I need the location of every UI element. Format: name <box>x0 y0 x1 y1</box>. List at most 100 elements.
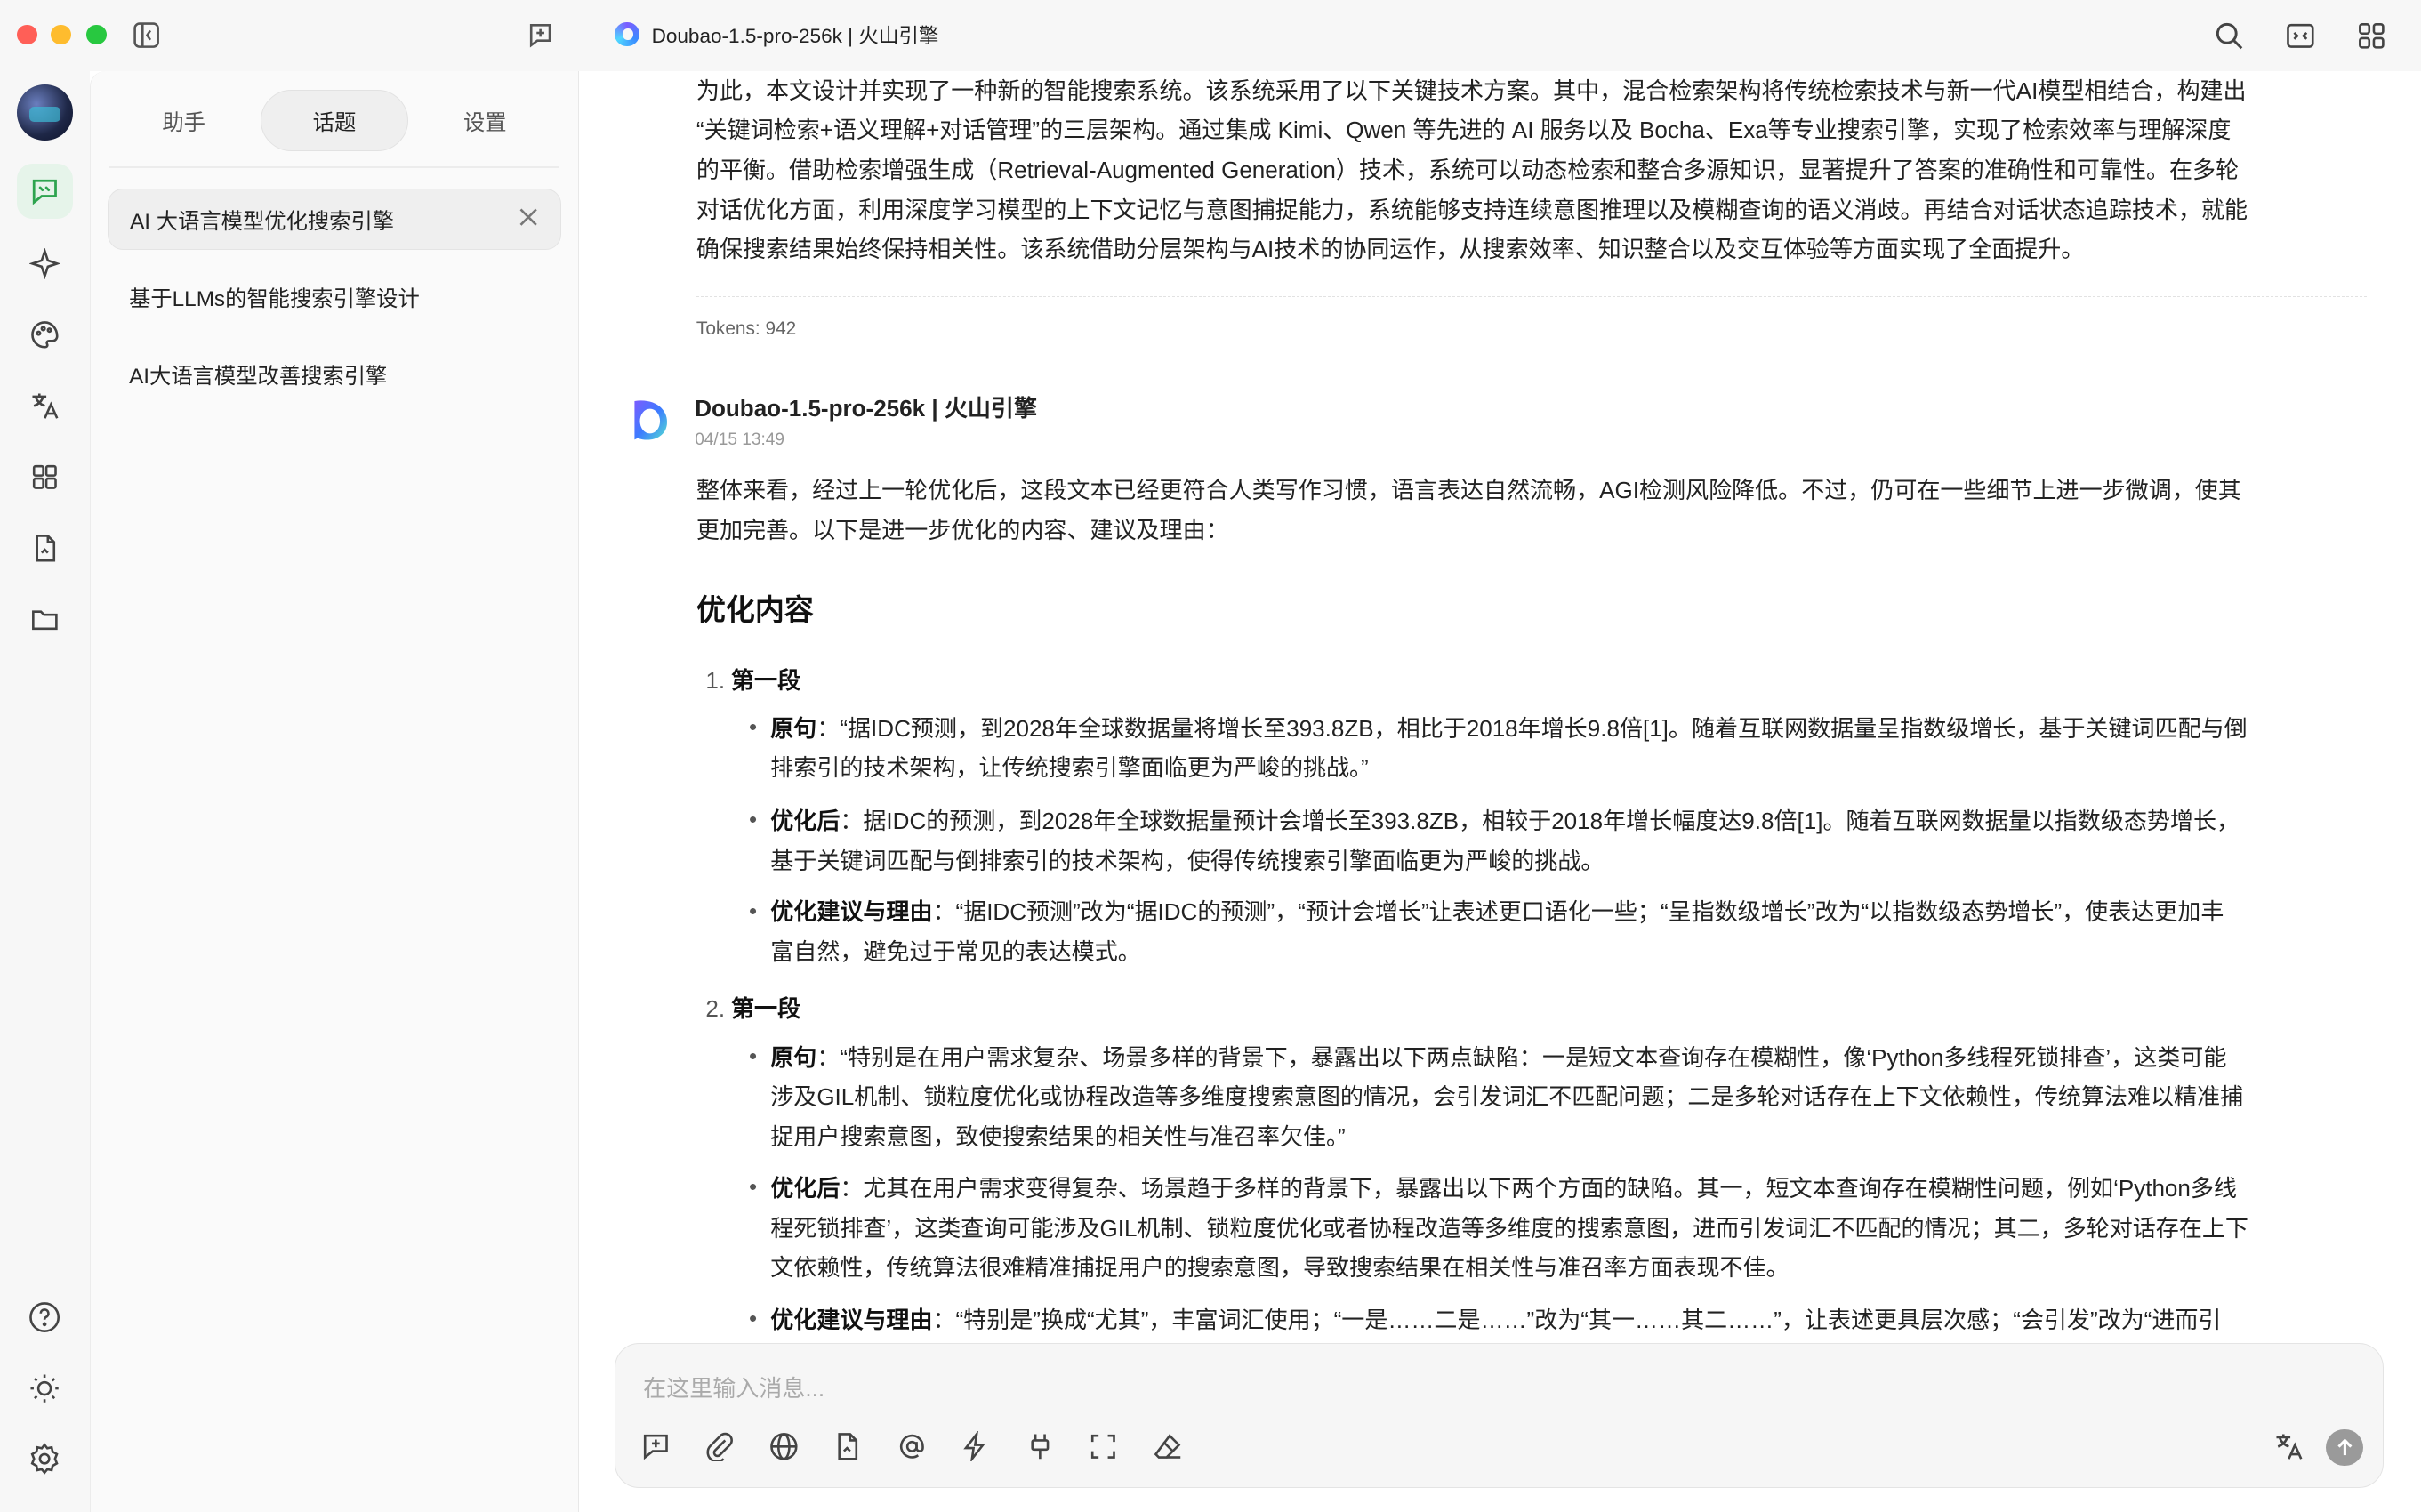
toggle-sidebar-icon[interactable] <box>128 17 165 54</box>
fullscreen-icon[interactable] <box>1086 1429 1120 1463</box>
token-count: Tokens: 942 <box>696 318 797 339</box>
document-icon[interactable] <box>17 520 72 575</box>
model-title[interactable]: Doubao-1.5-pro-256k | 火山引擎 <box>614 20 939 49</box>
bullet-label: 优化建议与理由 <box>770 898 933 926</box>
topic-item[interactable]: 基于LLMs的智能搜索引擎设计 <box>108 266 561 327</box>
bullet-text: 原句：“据IDC预测，到2028年全球数据量将增长至393.8ZB，相比于201… <box>770 709 2361 749</box>
bullet-dot: • <box>748 713 758 741</box>
item-number: 1. <box>705 666 726 694</box>
topic-panel: 助手 话题 设置 AI 大语言模型优化搜索引擎 基于LLMs的智能搜索引擎设计 … <box>89 70 580 1512</box>
message-model-name: Doubao-1.5-pro-256k | 火山引擎 <box>695 395 1037 422</box>
bullet-line: ：“据IDC预测”改为“据IDC的预测”，“预计会增长”让表述更口语化一些；“呈… <box>932 898 2224 926</box>
bullet-dot: • <box>748 1042 758 1069</box>
close-window-button[interactable] <box>17 24 37 45</box>
bullet-label: 优化后 <box>770 1175 841 1202</box>
message-input-box[interactable]: 在这里输入消息... <box>614 1343 2385 1489</box>
mention-icon[interactable] <box>895 1429 929 1463</box>
minimize-window-button[interactable] <box>51 24 71 45</box>
folder-icon[interactable] <box>17 591 72 647</box>
quick-phrase-icon[interactable] <box>958 1429 992 1463</box>
bullet-line: ：尤其在用户需求变得复杂、场景趋于多样的背景下，暴露出以下两个方面的缺陷。其一，… <box>840 1175 2237 1202</box>
panel-tabs: 助手 话题 设置 <box>109 86 560 154</box>
narrow-mode-icon[interactable] <box>2282 17 2320 54</box>
layout-grid-icon[interactable] <box>2353 17 2391 54</box>
message-input-placeholder[interactable]: 在这里输入消息... <box>643 1371 824 1403</box>
bullet-line: 程死锁排查’，这类查询可能涉及GIL机制、锁粒度优化或者协程改造等多维度的搜索意… <box>770 1214 2248 1242</box>
translate-icon[interactable] <box>2272 1429 2306 1463</box>
prev-message-line: 确保搜索结果始终保持相关性。该系统借助分层架构与AI技术的协同运作，从搜索效率、… <box>696 236 2085 263</box>
bullet-line: ：“据IDC预测，到2028年全球数据量将增长至393.8ZB，相比于2018年… <box>816 714 2248 742</box>
bullet-line: ：据IDC的预测，到2028年全球数据量预计会增长至393.8ZB，相较于201… <box>840 807 2240 834</box>
topic-label: AI大语言模型改善搜索引擎 <box>129 364 388 389</box>
translate-icon[interactable] <box>17 378 72 433</box>
bullet-label: 优化后 <box>770 807 841 834</box>
chat-icon[interactable] <box>17 164 73 220</box>
attach-icon[interactable] <box>702 1429 736 1463</box>
bullet-text: 优化后：据IDC的预测，到2028年全球数据量预计会增长至393.8ZB，相较于… <box>770 801 2361 841</box>
topic-label: 基于LLMs的智能搜索引擎设计 <box>129 286 420 311</box>
settings-icon[interactable] <box>17 1431 72 1486</box>
help-icon[interactable] <box>17 1290 72 1345</box>
tab-topics[interactable]: 话题 <box>260 89 409 152</box>
ordered-item: 2. 第一段 <box>705 991 800 1024</box>
bullet-line: 富自然，避免过于常见的表达模式。 <box>770 938 1141 965</box>
intro-line: 整体来看，经过上一轮优化后，这段文本已经更符合人类写作习惯，语言表达自然流畅，A… <box>696 477 2241 504</box>
prev-message-line: 的平衡。借助检索增强生成（Retrieval-Augmented Generat… <box>696 157 2240 184</box>
clear-icon[interactable] <box>1151 1429 1185 1463</box>
topic-item[interactable]: AI大语言模型改善搜索引擎 <box>108 342 561 404</box>
bullet-text: 原句：“特别是在用户需求复杂、场景多样的背景下，暴露出以下两点缺陷：一是短文本查… <box>770 1038 2361 1078</box>
mcp-icon[interactable] <box>1023 1429 1057 1463</box>
title-bar: Doubao-1.5-pro-256k | 火山引擎 <box>0 0 2421 71</box>
item-title: 第一段 <box>731 995 801 1023</box>
bullet-line: 基于关键词匹配与倒排索引的技术架构，使得传统搜索引擎面临更为严峻的挑战。 <box>770 847 1605 874</box>
tab-settings[interactable]: 设置 <box>412 90 559 151</box>
doubao-logo-icon <box>625 395 672 445</box>
prev-message-line: 对话优化方面，利用深度学习模型的上下文记忆与意图捕捉能力，系统能够支持连续意图推… <box>696 196 2248 223</box>
bullet-dot: • <box>748 897 758 924</box>
message-divider <box>696 296 2368 297</box>
prev-message-line: 为此，本文设计并实现了一种新的智能搜索系统。该系统采用了以下关键技术方案。其中，… <box>696 76 2247 104</box>
chat-area: 为此，本文设计并实现了一种新的智能搜索系统。该系统采用了以下关键技术方案。其中，… <box>579 70 2421 1512</box>
tabs-divider <box>109 166 560 169</box>
ordered-item: 1. 第一段 <box>705 663 800 696</box>
new-topic-icon[interactable] <box>522 17 559 54</box>
new-topic-icon[interactable] <box>639 1429 672 1463</box>
bullet-line: ：“特别是”换成“尤其”，丰富词汇使用；“一是……二是……”改为“其一……其二…… <box>932 1306 2222 1333</box>
avatar[interactable] <box>17 84 73 141</box>
bullet-line: 排索引的技术架构，让传统搜索引擎面临更为严峻的挑战。” <box>770 754 1369 782</box>
bullet-line: ：“特别是在用户需求复杂、场景多样的背景下，暴露出以下两点缺陷：一是短文本查询存… <box>816 1043 2227 1071</box>
app-window: Doubao-1.5-pro-256k | 火山引擎 助手 话题 设置 AI 大… <box>0 0 2421 1512</box>
close-icon[interactable] <box>518 206 539 234</box>
topic-label: AI 大语言模型优化搜索引擎 <box>130 209 395 234</box>
bullet-line: 文依赖性，传统算法很难精准捕捉用户的搜索意图，导致搜索结果在相关性与准召率方面表… <box>770 1254 1790 1282</box>
brightness-icon[interactable] <box>17 1360 72 1415</box>
knowledge-icon[interactable] <box>830 1429 864 1463</box>
intro-line: 更加完善。以下是进一步优化的内容、建议及理由： <box>696 517 1229 544</box>
bullet-label: 优化建议与理由 <box>770 1306 933 1333</box>
item-number: 2. <box>705 995 726 1023</box>
bullet-line: 涉及GIL机制、锁粒度优化或协程改造等多维度搜索意图的情况，会引发词汇不匹配问题… <box>770 1083 2244 1111</box>
bullet-dot: • <box>748 806 758 833</box>
bullet-text: 优化建议与理由：“特别是”换成“尤其”，丰富词汇使用；“一是……二是……”改为“… <box>770 1300 2361 1340</box>
item-title: 第一段 <box>731 666 801 694</box>
apps-icon[interactable] <box>17 449 72 504</box>
web-search-icon[interactable] <box>767 1429 800 1463</box>
bullet-label: 原句 <box>770 1043 817 1071</box>
send-icon[interactable] <box>2326 1428 2364 1467</box>
tab-assistant[interactable]: 助手 <box>110 90 257 151</box>
message-timestamp: 04/15 13:49 <box>695 430 784 450</box>
bullet-text: 优化建议与理由：“据IDC预测”改为“据IDC的预测”，“预计会增长”让表述更口… <box>770 892 2361 932</box>
bullet-dot: • <box>748 1304 758 1331</box>
palette-icon[interactable] <box>17 307 72 362</box>
zoom-window-button[interactable] <box>86 24 107 45</box>
search-icon[interactable] <box>2211 17 2248 54</box>
prev-message-line: “关键词检索+语义理解+对话管理”的三层架构。通过集成 Kimi、Qwen 等先… <box>696 117 2232 144</box>
bullet-dot: • <box>748 1173 758 1201</box>
bullet-text: 优化后：尤其在用户需求变得复杂、场景趋于多样的背景下，暴露出以下两个方面的缺陷。… <box>770 1169 2361 1209</box>
doubao-logo-icon <box>614 21 639 47</box>
section-heading: 优化内容 <box>696 592 814 626</box>
model-title-text: Doubao-1.5-pro-256k | 火山引擎 <box>651 24 939 47</box>
bullet-line: 捉用户搜索意图，致使搜索结果的相关性与准召率欠佳。” <box>770 1122 1346 1150</box>
sparkle-icon[interactable] <box>17 237 72 292</box>
topic-item-active[interactable]: AI 大语言模型优化搜索引擎 <box>107 188 562 251</box>
